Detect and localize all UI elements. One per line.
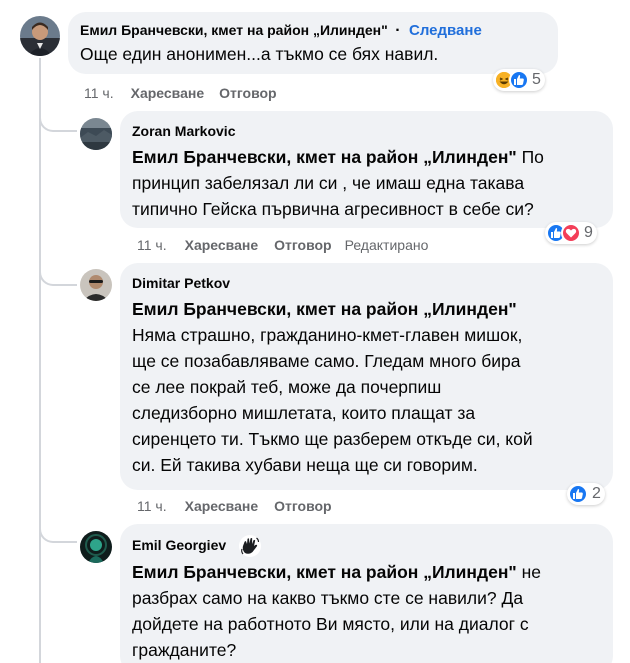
comment-timestamp[interactable]: 11 ч. (137, 236, 167, 254)
thread-line-main (39, 58, 41, 663)
mention-link[interactable]: Емил Бранчевски, кмет на район „Илинден" (132, 147, 517, 167)
text-segment: По (516, 147, 544, 167)
comment-actions: 11 ч. Харесване Отговор (137, 497, 332, 515)
reply-button[interactable]: Отговор (219, 84, 276, 102)
text-line: сиренцето ти. Тъкмо ще разберем откъде с… (132, 429, 533, 449)
comment-text: Емил Бранчевски, кмет на район „Илинден"… (132, 559, 601, 663)
text-line: принцип забелязал ли си , че имаш една т… (132, 173, 525, 193)
thread-connector (39, 525, 77, 543)
text-line: типично Гейска първична агресивност в се… (132, 199, 534, 219)
reaction-summary[interactable]: 9 (545, 222, 597, 244)
comment-author[interactable]: Емил Бранчевски, кмет на район „Илинден" (80, 22, 388, 38)
waving-hand-icon[interactable] (238, 535, 261, 557)
comment-actions: 11 ч. Харесване Отговор (84, 84, 277, 102)
mention-link[interactable]: Емил Бранчевски, кмет на район „Илинден" (132, 296, 601, 322)
like-reaction-icon (568, 484, 588, 504)
avatar[interactable] (80, 269, 112, 301)
follow-button[interactable]: Следване (409, 22, 482, 39)
reaction-count: 5 (532, 71, 541, 88)
reaction-summary[interactable]: 2 (567, 483, 605, 505)
reaction-count: 9 (584, 224, 593, 241)
reaction-count: 2 (592, 485, 601, 502)
comment-bubble: Zoran Markovic Емил Бранчевски, кмет на … (120, 111, 613, 228)
comment-text: Още един анонимен...а тъкмо се бях навил… (80, 44, 439, 64)
comment-author[interactable]: Dimitar Petkov (132, 274, 601, 292)
text-line: Няма страшно, гражданино-кмет-главен миш… (132, 325, 523, 345)
mention-link[interactable]: Емил Бранчевски, кмет на район „Илинден" (132, 562, 517, 582)
text-line: ще се позабавляваме само. Гледам много б… (132, 351, 521, 371)
like-button[interactable]: Харесване (131, 84, 205, 102)
text-line: дойдете на работното Ви място, или на ди… (132, 614, 529, 634)
comment-timestamp[interactable]: 11 ч. (137, 497, 167, 515)
comment-bubble: Emil Georgiev Емил Бранчевски, кмет на р… (120, 524, 613, 663)
thread-connector (39, 114, 77, 132)
avatar[interactable] (80, 531, 112, 563)
comment-text: Емил Бранчевски, кмет на район „Илинден"… (132, 296, 601, 478)
reply-button[interactable]: Отговор (274, 236, 331, 254)
reply-button[interactable]: Отговор (274, 497, 331, 515)
like-button[interactable]: Харесване (185, 497, 259, 515)
text-line: гражданите? (132, 640, 237, 660)
comment-actions: 11 ч. Харесване Отговор Редактирано (137, 236, 428, 254)
text-line: се лее покрай теб, може да почерпиш (132, 377, 442, 397)
separator-dot: · (395, 22, 401, 39)
comment-timestamp[interactable]: 11 ч. (84, 84, 114, 102)
like-button[interactable]: Харесване (185, 236, 259, 254)
avatar[interactable] (80, 118, 112, 150)
comment-text: Емил Бранчевски, кмет на район „Илинден"… (132, 144, 601, 222)
edited-label: Редактирано (344, 237, 429, 253)
text-line: разбрах само на какво тъкмо сте се навил… (132, 588, 524, 608)
comment-author[interactable]: Zoran Markovic (132, 122, 601, 140)
reaction-summary[interactable]: 5 (493, 69, 545, 91)
comment-bubble: Емил Бранчевски, кмет на район „Илинден"… (68, 12, 558, 74)
thread-connector (39, 268, 77, 286)
avatar[interactable] (20, 16, 60, 56)
love-reaction-icon (561, 223, 581, 243)
comment-author[interactable]: Emil Georgiev (132, 537, 226, 553)
like-reaction-icon (509, 70, 529, 90)
text-segment: не (516, 562, 541, 582)
text-line: следизборно мишлетата, които плащат за (132, 403, 476, 423)
comment-bubble: Dimitar Petkov Емил Бранчевски, кмет на … (120, 263, 613, 490)
text-line: си. Ей такива хубави неща ще си говорим. (132, 455, 478, 475)
